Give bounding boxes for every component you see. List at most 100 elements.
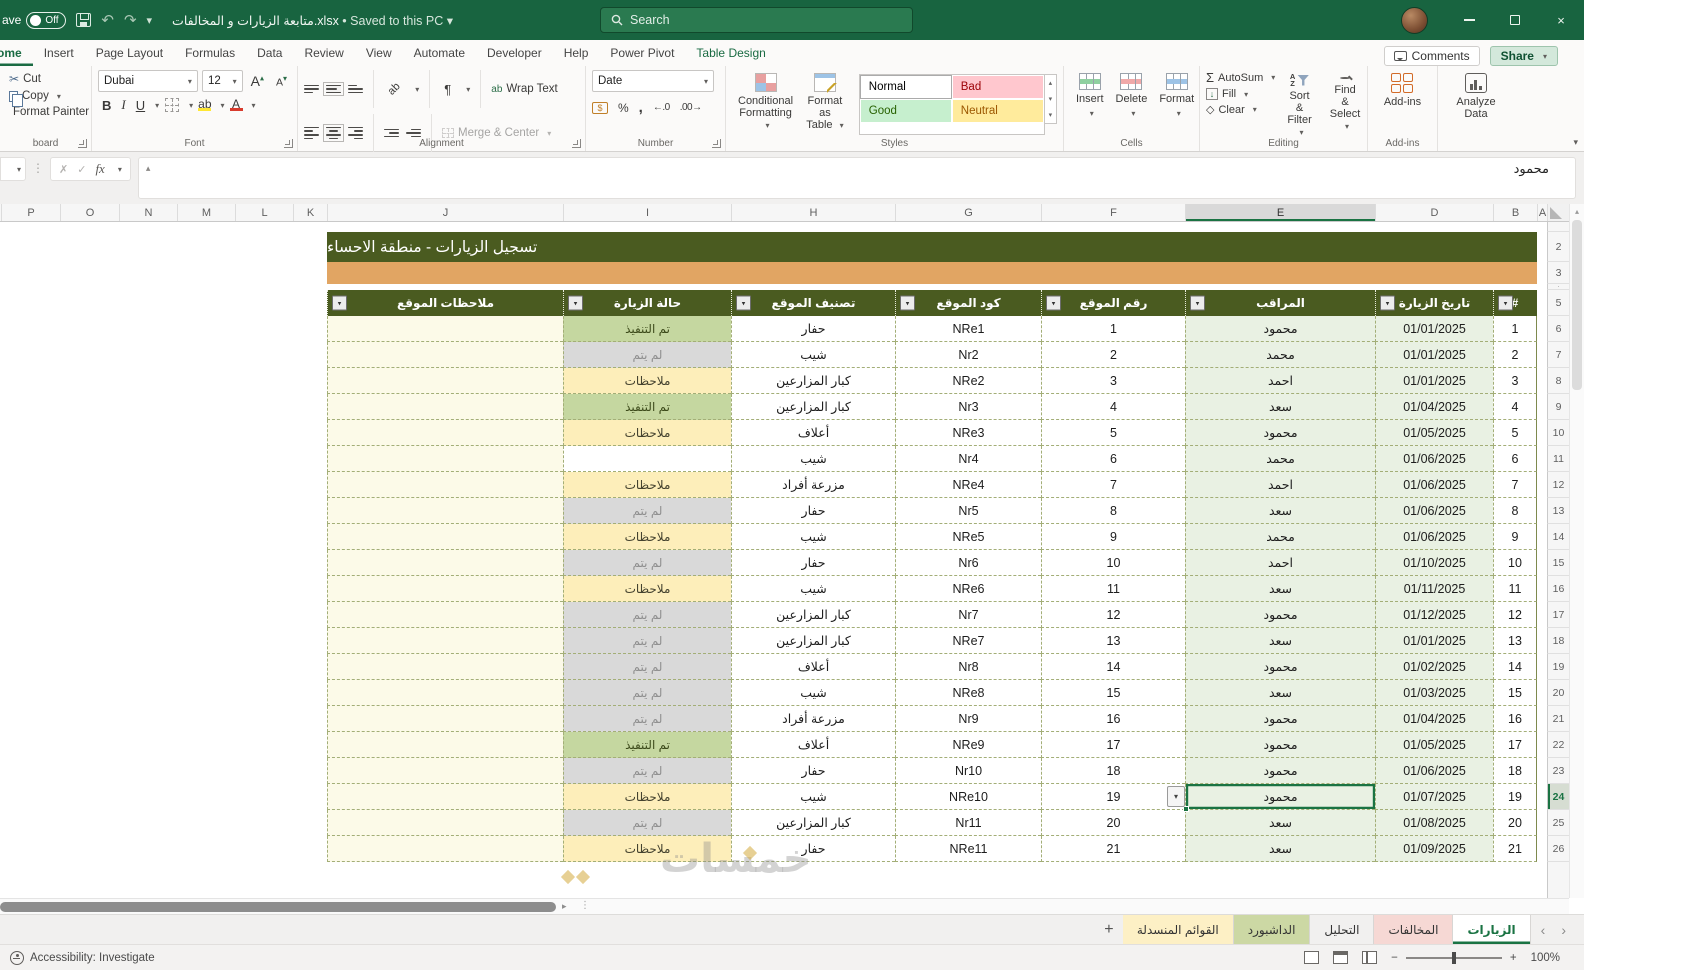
table-cell[interactable]: 1 (1493, 316, 1537, 342)
table-cell[interactable]: Nr5 (895, 498, 1041, 524)
column-header-J[interactable]: J (327, 204, 563, 221)
sheet-tab-القوائم المنسدلة[interactable]: القوائم المنسدلة (1122, 915, 1234, 944)
column-header-G[interactable]: G (895, 204, 1041, 221)
insert-cells-button[interactable]: Insert ▾ (1070, 70, 1110, 135)
table-cell[interactable]: محمود (1185, 732, 1375, 758)
table-cell[interactable]: 9 (1041, 524, 1185, 550)
zoom-in-icon[interactable]: + (1510, 952, 1517, 964)
font-color-button[interactable]: A (227, 98, 246, 111)
table-cell[interactable]: 01/01/2025 (1375, 316, 1493, 342)
formula-input[interactable]: محمود ▴ (137, 157, 1576, 199)
share-button[interactable]: Share ▾ (1489, 46, 1558, 66)
decrease-indent-button[interactable] (384, 128, 399, 138)
status-cell[interactable]: لم يتم (563, 498, 731, 524)
table-cell[interactable]: 01/06/2025 (1375, 758, 1493, 784)
table-cell[interactable]: حفار (731, 758, 895, 784)
table-cell[interactable]: أعلاف (731, 654, 895, 680)
status-cell[interactable]: لم يتم (563, 628, 731, 654)
table-cell[interactable]: NRe1 (895, 316, 1041, 342)
column-header-O[interactable]: O (60, 204, 119, 221)
status-cell[interactable]: لم يتم (563, 550, 731, 576)
column-header-N[interactable]: N (119, 204, 177, 221)
align-bottom-button[interactable] (348, 84, 363, 94)
collapse-formula-bar-icon[interactable]: ▴ (146, 163, 151, 174)
accounting-format-icon[interactable]: $ (592, 101, 608, 114)
zoom-level[interactable]: 100% (1531, 952, 1560, 964)
table-cell[interactable]: 12 (1041, 602, 1185, 628)
table-cell[interactable]: 6 (1493, 446, 1537, 472)
bold-button[interactable]: B (98, 98, 115, 113)
table-cell[interactable]: 19 (1493, 784, 1537, 810)
table-cell[interactable]: شيب (731, 680, 895, 706)
ribbon-tab-data[interactable]: Data (246, 42, 293, 66)
search-input[interactable]: Search (600, 7, 913, 33)
addins-button[interactable]: Add-ins (1378, 70, 1427, 135)
data-validation-dropdown[interactable]: ▾ (1167, 786, 1185, 807)
table-cell[interactable]: 1 (1041, 316, 1185, 342)
table-cell[interactable]: 2 (1493, 342, 1537, 368)
table-cell[interactable] (327, 342, 563, 368)
status-cell[interactable]: تم التنفيذ (563, 732, 731, 758)
avatar[interactable] (1401, 6, 1428, 34)
table-cell[interactable]: NRe8 (895, 680, 1041, 706)
table-cell[interactable]: 14 (1041, 654, 1185, 680)
column-header-H[interactable]: H (731, 204, 895, 221)
filter-button[interactable]: ▾ (900, 295, 915, 311)
font-size-select[interactable]: 12 ▾ (201, 70, 243, 92)
page-layout-view-icon[interactable] (1333, 951, 1349, 964)
row-header[interactable]: 14 (1547, 524, 1569, 550)
table-cell[interactable]: Nr2 (895, 342, 1041, 368)
autosum-button[interactable]: Σ AutoSum ▾ (1206, 70, 1275, 85)
table-cell[interactable]: 10 (1041, 550, 1185, 576)
row-header[interactable]: 22 (1547, 732, 1569, 758)
table-cell[interactable]: مزرعة أفراد (731, 706, 895, 732)
table-cell[interactable]: 01/04/2025 (1375, 394, 1493, 420)
row-header[interactable]: 20 (1547, 680, 1569, 706)
column-header-A[interactable]: A (1537, 204, 1547, 221)
table-cell[interactable]: 18 (1493, 758, 1537, 784)
sheet-nav-next-icon[interactable]: › (1561, 922, 1566, 938)
table-cell[interactable]: NRe7 (895, 628, 1041, 654)
page-break-view-icon[interactable] (1362, 951, 1378, 964)
styles-gallery-scroll[interactable]: ▴ ▾ ▾ (1044, 74, 1057, 124)
table-cell[interactable]: 3 (1041, 368, 1185, 394)
table-cell[interactable]: Nr11 (895, 810, 1041, 836)
table-cell[interactable]: محمود (1185, 602, 1375, 628)
table-cell[interactable]: كبار المزارعين (731, 628, 895, 654)
table-cell[interactable]: 15 (1041, 680, 1185, 706)
ribbon-tab-formulas[interactable]: Formulas (174, 42, 246, 66)
name-box[interactable]: ▾ (0, 157, 26, 181)
table-cell[interactable]: 21 (1493, 836, 1537, 862)
increase-indent-button[interactable] (406, 128, 421, 138)
table-cell[interactable]: شيب (731, 784, 895, 810)
table-cell[interactable]: محمد (1185, 342, 1375, 368)
table-cell[interactable] (327, 810, 563, 836)
table-cell[interactable]: 01/07/2025 (1375, 784, 1493, 810)
filter-button[interactable]: ▾ (1190, 295, 1205, 311)
redo-icon[interactable]: ↷ (124, 11, 137, 29)
comma-style-button[interactable]: , (639, 99, 643, 116)
filter-button[interactable]: ▾ (332, 295, 347, 311)
wrap-text-button[interactable]: ab Wrap Text (491, 83, 557, 95)
column-header-M[interactable]: M (177, 204, 235, 221)
fill-color-button[interactable]: ab (195, 98, 214, 111)
ribbon-tab-table-design[interactable]: Table Design (685, 42, 776, 66)
table-cell[interactable]: 5 (1041, 420, 1185, 446)
format-as-table-button[interactable]: Format as Table ▾ (799, 70, 851, 135)
row-header[interactable]: 11 (1547, 446, 1569, 472)
cell-style-bad[interactable]: Bad (951, 75, 1044, 99)
table-cell[interactable]: كبار المزارعين (731, 602, 895, 628)
table-cell[interactable] (327, 446, 563, 472)
table-cell[interactable]: 01/04/2025 (1375, 706, 1493, 732)
status-cell[interactable]: ملاحظات (563, 784, 731, 810)
table-cell[interactable]: NRe3 (895, 420, 1041, 446)
align-top-button[interactable] (304, 84, 319, 94)
table-cell[interactable]: سعد (1185, 628, 1375, 654)
table-cell[interactable] (327, 758, 563, 784)
status-cell[interactable]: لم يتم (563, 758, 731, 784)
row-header[interactable] (1547, 222, 1569, 232)
table-cell[interactable] (327, 524, 563, 550)
ribbon-tab-ome[interactable]: ome (0, 42, 33, 66)
table-cell[interactable]: 01/06/2025 (1375, 446, 1493, 472)
status-cell[interactable]: تم التنفيذ (563, 394, 731, 420)
